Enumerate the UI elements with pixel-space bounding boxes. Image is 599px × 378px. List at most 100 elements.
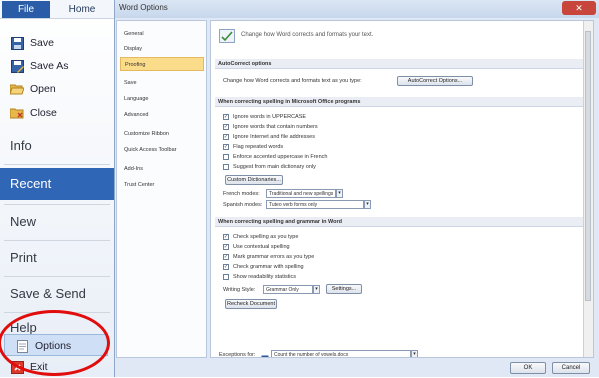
vertical-scrollbar[interactable] [583,21,593,357]
backstage-panel: File Home Save Save As Open Close Info R… [0,0,114,377]
checkbox-label: Enforce accented uppercase in French [233,154,328,160]
cancel-button[interactable]: Cancel [552,362,590,374]
checkbox-box[interactable]: ✓ [223,124,229,130]
checkbox-box[interactable]: ✓ [223,244,229,250]
french-modes-select[interactable]: Traditional and new spellings [266,189,336,198]
autocorrect-text: Change how Word corrects and formats tex… [223,78,362,84]
checkbox-box[interactable]: ✓ [223,234,229,240]
backstage-print[interactable]: Print [0,244,114,272]
document-icon [261,350,269,357]
dialog-titlebar[interactable]: Word Options ✕ [115,0,599,18]
checkbox-check-spelling[interactable]: ✓ Check spelling as you type [223,234,298,240]
checkbox-box[interactable] [223,274,229,280]
backstage-close-label: Close [30,107,57,119]
backstage-exit[interactable]: Exit [0,356,114,378]
backstage-save-label: Save [30,37,54,49]
folder-open-icon [10,82,24,96]
nav-item-display[interactable]: Display [120,42,204,56]
checkbox-main-dictionary[interactable]: Suggest from main dictionary only [223,164,316,170]
nav-item-save[interactable]: Save [120,76,204,90]
autocorrect-options-button[interactable]: AutoCorrect Options... [397,76,473,86]
backstage-open[interactable]: Open [0,78,114,100]
proofing-content-pane: Change how Word corrects and formats you… [210,20,594,358]
french-modes-label: French modes: [223,191,260,197]
spanish-modes-select[interactable]: Tuteo verb forms only [266,200,364,209]
nav-item-add-ins[interactable]: Add-Ins [120,162,204,176]
save-icon [10,36,24,50]
backstage-save-and-send[interactable]: Save & Send [0,280,114,308]
backstage-exit-label: Exit [30,361,48,373]
backstage-save-as-label: Save As [30,60,69,72]
checkbox-readability-stats[interactable]: Show readability statistics [223,274,296,280]
backstage-options-label: Options [35,340,72,352]
divider [4,204,110,205]
recheck-document-button[interactable]: Recheck Document [225,299,277,309]
chevron-down-icon[interactable]: ▾ [313,285,320,294]
ok-button[interactable]: OK [510,362,546,374]
writing-style-label: Writing Style: [223,287,256,293]
checkbox-label: Ignore words that contain numbers [233,124,318,130]
checkbox-label: Ignore Internet and file addresses [233,134,315,140]
writing-style-select[interactable]: Grammar Only [263,285,313,294]
word-options-dialog: Word Options ✕ General Display Proofing … [114,0,599,377]
chevron-down-icon[interactable]: ▾ [364,200,371,209]
tab-file[interactable]: File [2,1,50,18]
checkbox-box[interactable]: ✓ [223,114,229,120]
tab-home[interactable]: Home [58,1,106,18]
nav-item-customize-ribbon[interactable]: Customize Ribbon [120,127,204,141]
backstage-new[interactable]: New [0,208,114,236]
nav-item-general[interactable]: General [120,27,204,41]
checkbox-ignore-uppercase[interactable]: ✓ Ignore words in UPPERCASE [223,114,306,120]
backstage-save-as[interactable]: Save As [0,55,114,77]
close-button[interactable]: ✕ [562,1,596,15]
checkbox-label: Mark grammar errors as you type [233,254,315,260]
save-as-icon [10,59,24,73]
exceptions-select[interactable]: Count the number of vowels.docx [271,350,411,357]
checkbox-grammar-with-spelling[interactable]: ✓ Check grammar with spelling [223,264,304,270]
folder-close-icon [10,106,24,120]
proofing-header-text: Change how Word corrects and formats you… [241,32,374,38]
divider [4,312,110,313]
divider [4,164,110,165]
divider [4,240,110,241]
backstage-info[interactable]: Info [0,132,114,160]
backstage-recent[interactable]: Recent [0,168,114,200]
scrollbar-thumb[interactable] [585,31,591,301]
checkbox-flag-repeated[interactable]: ✓ Flag repeated words [223,144,283,150]
checkbox-contextual-spelling[interactable]: ✓ Use contextual spelling [223,244,290,250]
chevron-down-icon[interactable]: ▾ [336,189,343,198]
custom-dictionaries-button[interactable]: Custom Dictionaries... [225,175,283,185]
nav-item-language[interactable]: Language [120,92,204,106]
backstage-close[interactable]: Close [0,102,114,124]
proofing-abc-icon [219,29,235,43]
checkbox-enforce-french[interactable]: Enforce accented uppercase in French [223,154,327,160]
checkbox-box[interactable]: ✓ [223,264,229,270]
checkbox-label: Check grammar with spelling [233,264,304,270]
checkbox-ignore-internet-addresses[interactable]: ✓ Ignore Internet and file addresses [223,134,315,140]
nav-item-quick-access-toolbar[interactable]: Quick Access Toolbar [120,143,204,157]
nav-item-advanced[interactable]: Advanced [120,108,204,122]
checkbox-mark-grammar[interactable]: ✓ Mark grammar errors as you type [223,254,314,260]
checkbox-box[interactable] [223,164,229,170]
section-word-spelling-grammar: When correcting spelling and grammar in … [215,217,585,227]
ribbon-tab-strip: File Home [0,0,114,19]
checkbox-box[interactable]: ✓ [223,134,229,140]
checkbox-label: Use contextual spelling [233,244,290,250]
checkbox-label: Flag repeated words [233,144,284,150]
checkbox-box[interactable]: ✓ [223,144,229,150]
settings-button[interactable]: Settings... [326,284,362,294]
divider [4,276,110,277]
exceptions-label: Exceptions for: [219,352,256,358]
nav-item-trust-center[interactable]: Trust Center [120,178,204,192]
exit-icon [10,360,24,374]
checkbox-label: Ignore words in UPPERCASE [233,114,307,120]
checkbox-ignore-numbers[interactable]: ✓ Ignore words that contain numbers [223,124,318,130]
checkbox-box[interactable]: ✓ [223,254,229,260]
chevron-down-icon[interactable]: ▾ [411,350,418,357]
checkbox-box[interactable] [223,154,229,160]
backstage-save[interactable]: Save [0,32,114,54]
checkbox-label: Suggest from main dictionary only [233,164,316,170]
backstage-options[interactable]: Options [4,334,108,356]
nav-item-proofing[interactable]: Proofing [120,57,204,71]
options-category-nav: General Display Proofing Save Language A… [116,20,207,358]
